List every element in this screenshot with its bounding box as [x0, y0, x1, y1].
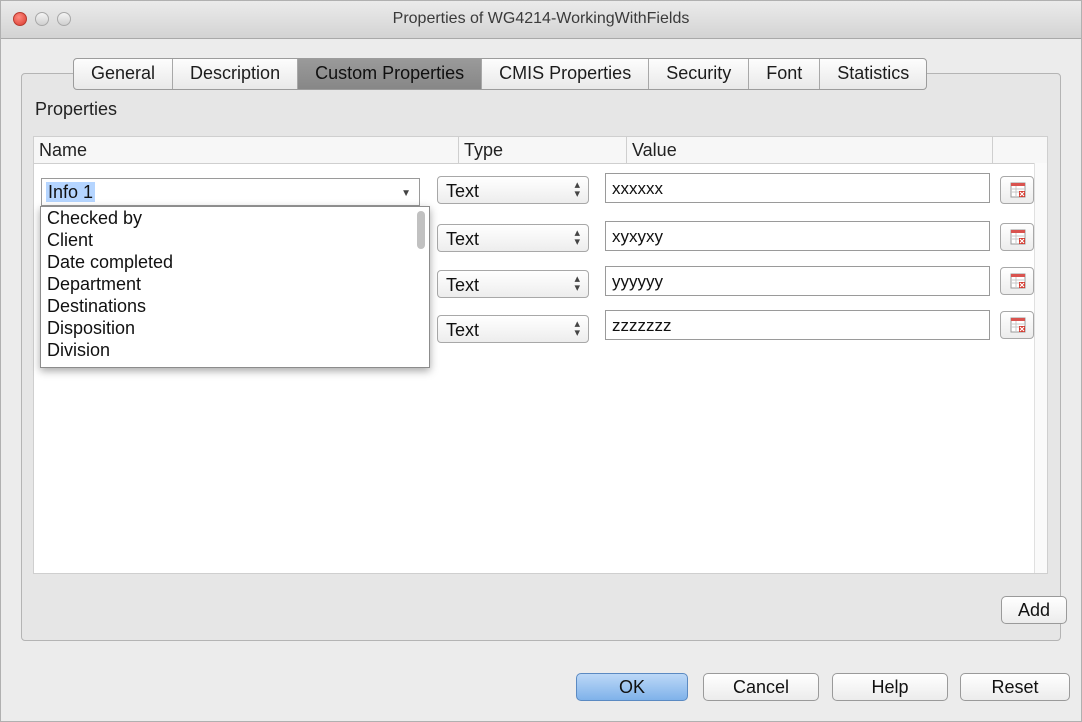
delete-row-icon [1010, 317, 1026, 333]
properties-section-label: Properties [35, 99, 118, 119]
dropdown-option-client[interactable]: Client [41, 229, 429, 251]
type-select-value: Text [446, 275, 480, 295]
type-select[interactable]: Text ▴ ▾ [437, 176, 589, 204]
tab-general[interactable]: General [74, 59, 174, 89]
value-input[interactable]: yyyyyy [605, 266, 990, 296]
value-input[interactable]: xyxyxy [605, 221, 990, 251]
updown-arrows-icon: ▴ ▾ [574, 179, 580, 200]
tab-security[interactable]: Security [649, 59, 750, 89]
properties-dialog: Properties of WG4214-WorkingWithFields G… [0, 0, 1082, 722]
delete-property-button[interactable] [1000, 176, 1034, 204]
value-input-text: yyyyyy [612, 272, 663, 291]
column-header-actions [993, 137, 1047, 163]
cancel-button[interactable]: Cancel [703, 673, 819, 701]
updown-arrows-icon: ▴ ▾ [574, 227, 580, 248]
delete-row-icon [1010, 182, 1026, 198]
type-select[interactable]: Text ▴ ▾ [437, 224, 589, 252]
delete-property-button[interactable] [1000, 267, 1034, 295]
dropdown-option-disposition[interactable]: Disposition [41, 317, 429, 339]
delete-property-button[interactable] [1000, 311, 1034, 339]
window-title: Properties of WG4214-WorkingWithFields [392, 10, 690, 27]
column-header-name: Name [34, 137, 459, 163]
value-input-text: xyxyxy [612, 227, 663, 246]
reset-button[interactable]: Reset [960, 673, 1070, 701]
help-button[interactable]: Help [832, 673, 948, 701]
tab-font[interactable]: Font [749, 59, 821, 89]
dropdown-scrollbar-thumb[interactable] [417, 211, 425, 249]
delete-row-icon [1010, 273, 1026, 289]
dropdown-option-department[interactable]: Department [41, 273, 429, 295]
dropdown-option-division[interactable]: Division [41, 339, 429, 361]
type-select[interactable]: Text ▴ ▾ [437, 315, 589, 343]
type-select-value: Text [446, 320, 480, 340]
table-scrollbar[interactable] [1034, 163, 1047, 573]
delete-row-icon [1010, 229, 1026, 245]
name-combobox-value: Info 1 [46, 182, 96, 202]
type-select-value: Text [446, 181, 480, 201]
updown-arrows-icon: ▴ ▾ [574, 273, 580, 294]
add-button[interactable]: Add [1001, 596, 1067, 624]
title-bar: Properties of WG4214-WorkingWithFields [1, 1, 1081, 39]
delete-property-button[interactable] [1000, 223, 1034, 251]
column-header-value: Value [627, 137, 993, 163]
tab-statistics[interactable]: Statistics [820, 59, 926, 89]
name-dropdown-list: Checked by Client Date completed Departm… [40, 206, 430, 368]
dropdown-option-checked-by[interactable]: Checked by [41, 207, 429, 229]
name-combobox[interactable]: Info 1 ▼ [41, 178, 420, 206]
dropdown-arrow-icon[interactable]: ▼ [401, 188, 411, 199]
tab-custom-properties[interactable]: Custom Properties [298, 59, 483, 89]
tab-bar: General Description Custom Properties CM… [73, 58, 928, 90]
ok-button[interactable]: OK [576, 673, 688, 701]
dropdown-option-date-completed[interactable]: Date completed [41, 251, 429, 273]
tab-cmis-properties[interactable]: CMIS Properties [482, 59, 650, 89]
dropdown-option-destinations[interactable]: Destinations [41, 295, 429, 317]
table-header: Name Type Value [34, 137, 1047, 164]
updown-arrows-icon: ▴ ▾ [574, 318, 580, 339]
column-header-type: Type [459, 137, 627, 163]
value-input-text: xxxxxx [612, 179, 663, 198]
type-select-value: Text [446, 229, 480, 249]
tab-description[interactable]: Description [173, 59, 299, 89]
value-input-text: zzzzzzz [612, 316, 672, 335]
value-input[interactable]: xxxxxx [605, 173, 990, 203]
type-select[interactable]: Text ▴ ▾ [437, 270, 589, 298]
value-input[interactable]: zzzzzzz [605, 310, 990, 340]
